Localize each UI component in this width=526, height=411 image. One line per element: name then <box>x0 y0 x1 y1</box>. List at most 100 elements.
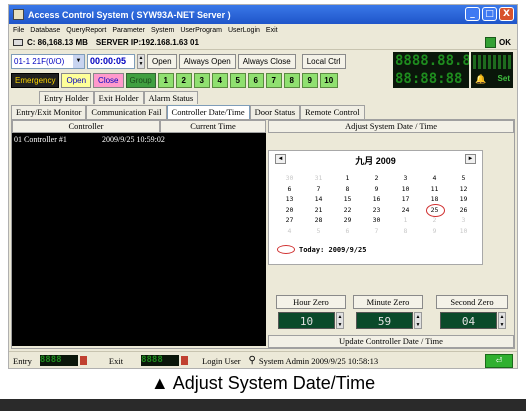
minute-spinner[interactable]: ▲ ▼ <box>414 312 422 329</box>
bell-icon[interactable]: 🔔 <box>475 74 486 85</box>
calendar-day[interactable]: 2 <box>420 215 449 226</box>
local-ctrl-button[interactable]: Local Ctrl <box>301 53 346 69</box>
calendar-day[interactable]: 1 <box>333 173 362 184</box>
update-controller-button[interactable]: Update Controller Date / Time <box>268 335 514 348</box>
calendar-day[interactable]: 10 <box>391 184 420 195</box>
always-open-button[interactable]: Always Open <box>178 53 236 69</box>
calendar-next-button[interactable]: ► <box>465 154 476 164</box>
column-current-time[interactable]: Current Time <box>160 120 266 133</box>
menu-parameter[interactable]: Parameter <box>112 27 145 34</box>
calendar-day[interactable]: 23 <box>362 205 391 216</box>
hour-input[interactable]: 10 <box>278 312 335 329</box>
door-2-button[interactable]: 2 <box>175 72 192 88</box>
calendar-day[interactable]: 17 <box>391 194 420 205</box>
door-7-button[interactable]: 7 <box>265 72 282 88</box>
always-close-button[interactable]: Always Close <box>237 53 296 69</box>
hour-zero-button[interactable]: Hour Zero <box>276 295 346 309</box>
set-button[interactable]: Set <box>498 74 510 83</box>
menu-file[interactable]: File <box>13 27 24 34</box>
calendar-day[interactable]: 8 <box>333 184 362 195</box>
tab-alarm-status[interactable]: Alarm Status <box>143 91 199 104</box>
door-9-button[interactable]: 9 <box>301 72 318 88</box>
calendar-day[interactable]: 30 <box>362 215 391 226</box>
calendar-day[interactable]: 6 <box>333 226 362 237</box>
door-6-button[interactable]: 6 <box>247 72 264 88</box>
calendar-day[interactable]: 10 <box>449 226 478 237</box>
calendar-day[interactable]: 28 <box>304 215 333 226</box>
tab-exit-holder[interactable]: Exit Holder <box>93 91 144 104</box>
menu-database[interactable]: Database <box>30 27 60 34</box>
menu-queryreport[interactable]: QueryReport <box>66 27 106 34</box>
door-5-button[interactable]: 5 <box>229 72 246 88</box>
second-zero-button[interactable]: Second Zero <box>436 295 508 309</box>
calendar-day[interactable]: 7 <box>362 226 391 237</box>
open-button[interactable]: Open <box>147 53 177 69</box>
calendar-day[interactable]: 31 <box>304 173 333 184</box>
second-spinner[interactable]: ▲ ▼ <box>498 312 506 329</box>
calendar-day[interactable]: 3 <box>391 173 420 184</box>
calendar-day[interactable]: 5 <box>449 173 478 184</box>
menu-system[interactable]: System <box>151 27 174 34</box>
calendar-day[interactable]: 6 <box>275 184 304 195</box>
tab-controller-date-time[interactable]: Controller Date/Time <box>166 105 250 119</box>
table-row[interactable]: 01 Controller #1 2009/9/25 10:59:02 <box>14 135 264 144</box>
calendar-day[interactable]: 1 <box>391 215 420 226</box>
calendar-day[interactable]: 7 <box>304 184 333 195</box>
calendar-day[interactable]: 30 <box>275 173 304 184</box>
calendar-day[interactable]: 9 <box>362 184 391 195</box>
column-controller[interactable]: Controller <box>12 120 160 133</box>
tab-entry-holder[interactable]: Entry Holder <box>39 91 94 104</box>
minimize-button[interactable]: _ <box>465 7 480 21</box>
calendar-day[interactable]: 9 <box>420 226 449 237</box>
menu-exit[interactable]: Exit <box>266 27 278 34</box>
door-open-button[interactable]: Open <box>61 72 92 88</box>
calendar-day[interactable]: 25 <box>420 203 449 216</box>
calendar-day[interactable]: 26 <box>449 205 478 216</box>
maximize-button[interactable]: □ <box>482 7 497 21</box>
logout-button[interactable]: ⏎ <box>485 354 513 368</box>
calendar-day[interactable]: 5 <box>304 226 333 237</box>
tab-door-status[interactable]: Door Status <box>249 105 301 119</box>
calendar-day[interactable]: 8 <box>391 226 420 237</box>
calendar-day[interactable]: 19 <box>449 194 478 205</box>
time-input[interactable]: 00:00:05 <box>87 53 135 69</box>
controller-select[interactable]: 01-1 21F(0/O) ▼ <box>11 53 85 69</box>
door-4-button[interactable]: 4 <box>211 72 228 88</box>
minute-zero-button[interactable]: Minute Zero <box>353 295 423 309</box>
menu-userprogram[interactable]: UserProgram <box>180 27 222 34</box>
door-10-button[interactable]: 10 <box>319 72 338 88</box>
door-3-button[interactable]: 3 <box>193 72 210 88</box>
calendar-day[interactable]: 27 <box>275 215 304 226</box>
door-1-button[interactable]: 1 <box>157 72 174 88</box>
emergency-button[interactable]: Emergency <box>11 72 60 88</box>
calendar-day[interactable]: 20 <box>275 205 304 216</box>
close-button[interactable]: X <box>499 7 514 21</box>
tab-communication-fail[interactable]: Communication Fail <box>86 105 167 119</box>
tab-entry-exit-monitor[interactable]: Entry/Exit Monitor <box>11 105 87 119</box>
calendar-day[interactable]: 4 <box>275 226 304 237</box>
menu-userlogin[interactable]: UserLogin <box>228 27 260 34</box>
second-input[interactable]: 04 <box>440 312 497 329</box>
calendar-day[interactable]: 22 <box>333 205 362 216</box>
calendar-day[interactable]: 2 <box>362 173 391 184</box>
calendar-day[interactable]: 4 <box>420 173 449 184</box>
calendar-day[interactable]: 12 <box>449 184 478 195</box>
group-button[interactable]: Group <box>125 72 156 88</box>
calendar-day[interactable]: 24 <box>391 205 420 216</box>
calendar-day[interactable]: 21 <box>304 205 333 216</box>
tab-remote-control[interactable]: Remote Control <box>300 105 365 119</box>
calendar-day[interactable]: 15 <box>333 194 362 205</box>
calendar-day[interactable]: 18 <box>420 194 449 205</box>
calendar-day[interactable]: 11 <box>420 184 449 195</box>
calendar-day[interactable]: 13 <box>275 194 304 205</box>
calendar-day[interactable]: 3 <box>449 215 478 226</box>
calendar-day[interactable]: 14 <box>304 194 333 205</box>
door-close-button[interactable]: Close <box>93 72 124 88</box>
chevron-down-icon[interactable]: ▼ <box>73 54 84 68</box>
calendar-today[interactable]: Today: 2009/9/25 <box>277 245 366 254</box>
calendar-day[interactable]: 29 <box>333 215 362 226</box>
minute-input[interactable]: 59 <box>356 312 413 329</box>
hour-spinner[interactable]: ▲ ▼ <box>336 312 344 329</box>
calendar-day[interactable]: 16 <box>362 194 391 205</box>
door-8-button[interactable]: 8 <box>283 72 300 88</box>
